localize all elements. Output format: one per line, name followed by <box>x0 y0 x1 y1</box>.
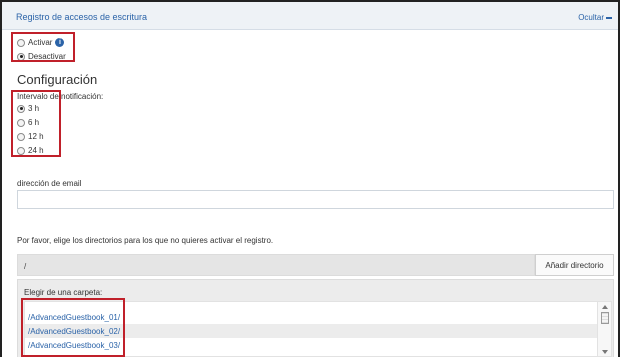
add-directory-button[interactable]: Añadir directorio <box>535 254 614 276</box>
email-field[interactable] <box>17 190 614 209</box>
panel-header: Registro de accesos de escritura Ocultar <box>2 2 618 30</box>
folder-list-scrollbar[interactable] <box>597 302 611 356</box>
scroll-thumb[interactable] <box>601 312 609 324</box>
highlight-box-interval <box>11 90 61 157</box>
highlight-box-activation <box>11 32 75 62</box>
hide-toggle-label: Ocultar <box>578 13 604 22</box>
email-label: dirección de email <box>17 179 82 188</box>
choose-folder-label: Elegir de una carpeta: <box>24 288 103 297</box>
scroll-down-arrow-icon[interactable] <box>602 350 608 354</box>
minus-icon <box>606 16 612 19</box>
highlight-box-folders <box>21 298 125 357</box>
directory-path-field[interactable]: / <box>17 254 535 276</box>
scroll-up-arrow-icon[interactable] <box>602 305 608 309</box>
panel-title: Registro de accesos de escritura <box>16 12 148 22</box>
directories-instructions: Por favor, elige los directorios para lo… <box>17 236 274 245</box>
hide-toggle[interactable]: Ocultar <box>578 13 612 22</box>
config-title: Configuración <box>17 72 98 87</box>
